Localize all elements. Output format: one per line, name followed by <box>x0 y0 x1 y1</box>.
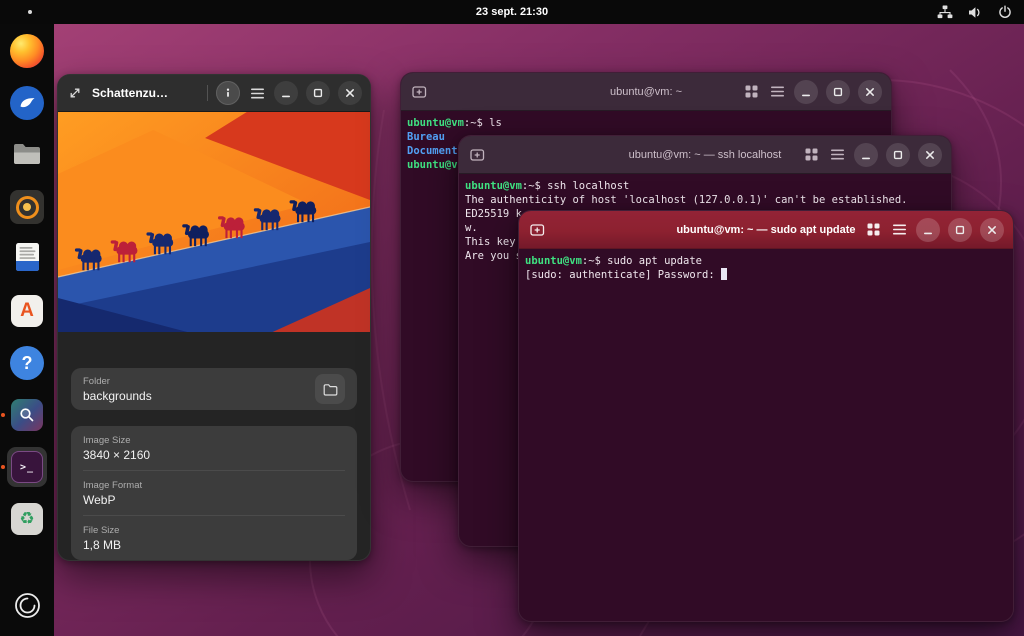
running-indicator <box>1 465 5 469</box>
photo-preview[interactable] <box>58 112 370 332</box>
desktop: Schattenzu… <box>0 0 1024 636</box>
terminal-titlebar[interactable]: ubuntu@vm: ~ — ssh localhost <box>459 136 951 174</box>
minimize-button[interactable] <box>274 81 298 105</box>
dock-app-center[interactable]: A <box>7 291 47 331</box>
open-folder-button[interactable] <box>315 374 345 404</box>
new-tab-icon[interactable] <box>410 83 428 101</box>
terminal-line: The authenticity of host 'localhost (127… <box>465 193 945 207</box>
window-title: Schattenzu… <box>92 86 168 100</box>
rhythmbox-icon <box>10 190 44 224</box>
detail-label: Image Size <box>83 435 345 446</box>
activities-indicator[interactable] <box>28 10 32 14</box>
tab-overview-icon[interactable] <box>802 146 820 164</box>
dock-firefox[interactable] <box>7 31 47 71</box>
detail-row: Image Size 3840 × 2160 <box>83 426 345 470</box>
image-viewer-icon <box>11 399 43 431</box>
close-button[interactable] <box>918 143 942 167</box>
terminal-titlebar[interactable]: ubuntu@vm: ~ — sudo apt update <box>519 211 1013 249</box>
close-button[interactable] <box>858 80 882 104</box>
power-icon <box>996 3 1014 21</box>
detail-value: WebP <box>83 493 345 507</box>
maximize-button[interactable] <box>886 143 910 167</box>
folder-label: Folder <box>83 376 152 387</box>
maximize-button[interactable] <box>826 80 850 104</box>
detail-value: 1,8 MB <box>83 538 345 552</box>
terminal-title: ubuntu@vm: ~ <box>610 86 682 98</box>
expand-icon[interactable] <box>66 84 84 102</box>
detail-value: 3840 × 2160 <box>83 448 345 462</box>
top-bar: 23 sept. 21:30 <box>0 0 1024 24</box>
header-divider <box>207 85 208 101</box>
thunderbird-icon <box>10 86 44 120</box>
dock-libreoffice-writer[interactable] <box>7 239 47 279</box>
terminal-cursor <box>721 268 727 280</box>
new-tab-icon[interactable] <box>468 146 486 164</box>
terminal-line: ubuntu@vm:~$ssh localhost <box>465 179 945 193</box>
terminal-titlebar[interactable]: ubuntu@vm: ~ <box>401 73 891 111</box>
close-button[interactable] <box>338 81 362 105</box>
dock-help[interactable]: ? <box>7 343 47 383</box>
terminal-line: ubuntu@vm:~$ls <box>407 116 885 130</box>
terminal-window-apt[interactable]: ubuntu@vm: ~ — sudo apt update ubuntu@vm… <box>518 210 1014 622</box>
minimize-button[interactable] <box>916 218 940 242</box>
new-tab-icon[interactable] <box>528 221 546 239</box>
tab-overview-icon[interactable] <box>742 83 760 101</box>
app-center-icon: A <box>11 295 43 327</box>
detail-label: Image Format <box>83 480 345 491</box>
show-apps-button[interactable] <box>7 588 47 628</box>
detail-row: File Size 1,8 MB <box>83 515 345 560</box>
writer-icon <box>15 242 40 277</box>
menu-icon[interactable] <box>828 146 846 164</box>
detail-label: File Size <box>83 525 345 536</box>
info-button[interactable] <box>216 81 240 105</box>
terminal-output[interactable]: ubuntu@vm:~$sudo apt update [sudo: authe… <box>519 249 1013 287</box>
menu-icon[interactable] <box>890 221 908 239</box>
minimize-button[interactable] <box>794 80 818 104</box>
dock-image-viewer[interactable] <box>7 395 47 435</box>
dock-rhythmbox[interactable] <box>7 187 47 227</box>
menu-icon[interactable] <box>768 83 786 101</box>
maximize-button[interactable] <box>306 81 330 105</box>
files-icon <box>12 140 42 171</box>
folder-value: backgrounds <box>83 389 152 403</box>
terminal-line: [sudo: authenticate] Password: <box>525 268 1007 282</box>
running-indicator <box>1 413 5 417</box>
tab-overview-icon[interactable] <box>864 221 882 239</box>
network-icon <box>936 3 954 21</box>
folder-row[interactable]: Folder backgrounds <box>71 368 357 410</box>
terminal-icon: >_ <box>11 451 43 483</box>
maximize-button[interactable] <box>948 218 972 242</box>
help-icon: ? <box>10 346 44 380</box>
clock[interactable]: 23 sept. 21:30 <box>476 6 548 18</box>
menu-icon[interactable] <box>248 84 266 102</box>
minimize-button[interactable] <box>854 143 878 167</box>
terminal-line: ubuntu@vm:~$sudo apt update <box>525 254 1007 268</box>
terminal-title: ubuntu@vm: ~ — sudo apt update <box>676 224 855 236</box>
volume-icon <box>966 3 984 21</box>
dock: A ? >_ ♻ <box>0 24 54 636</box>
firefox-icon <box>10 34 44 68</box>
detail-row: Image Format WebP <box>83 470 345 515</box>
dock-terminal[interactable]: >_ <box>7 447 47 487</box>
close-button[interactable] <box>980 218 1004 242</box>
dock-trash[interactable]: ♻ <box>7 499 47 539</box>
show-apps-icon <box>14 592 41 624</box>
image-viewer-window[interactable]: Schattenzu… <box>57 74 371 561</box>
terminal-title: ubuntu@vm: ~ — ssh localhost <box>629 149 782 161</box>
image-details-card: Image Size 3840 × 2160 Image Format WebP… <box>71 426 357 560</box>
trash-icon: ♻ <box>11 503 43 535</box>
dock-thunderbird[interactable] <box>7 83 47 123</box>
viewer-titlebar[interactable]: Schattenzu… <box>58 75 370 112</box>
dock-files[interactable] <box>7 135 47 175</box>
system-tray[interactable] <box>936 0 1014 24</box>
